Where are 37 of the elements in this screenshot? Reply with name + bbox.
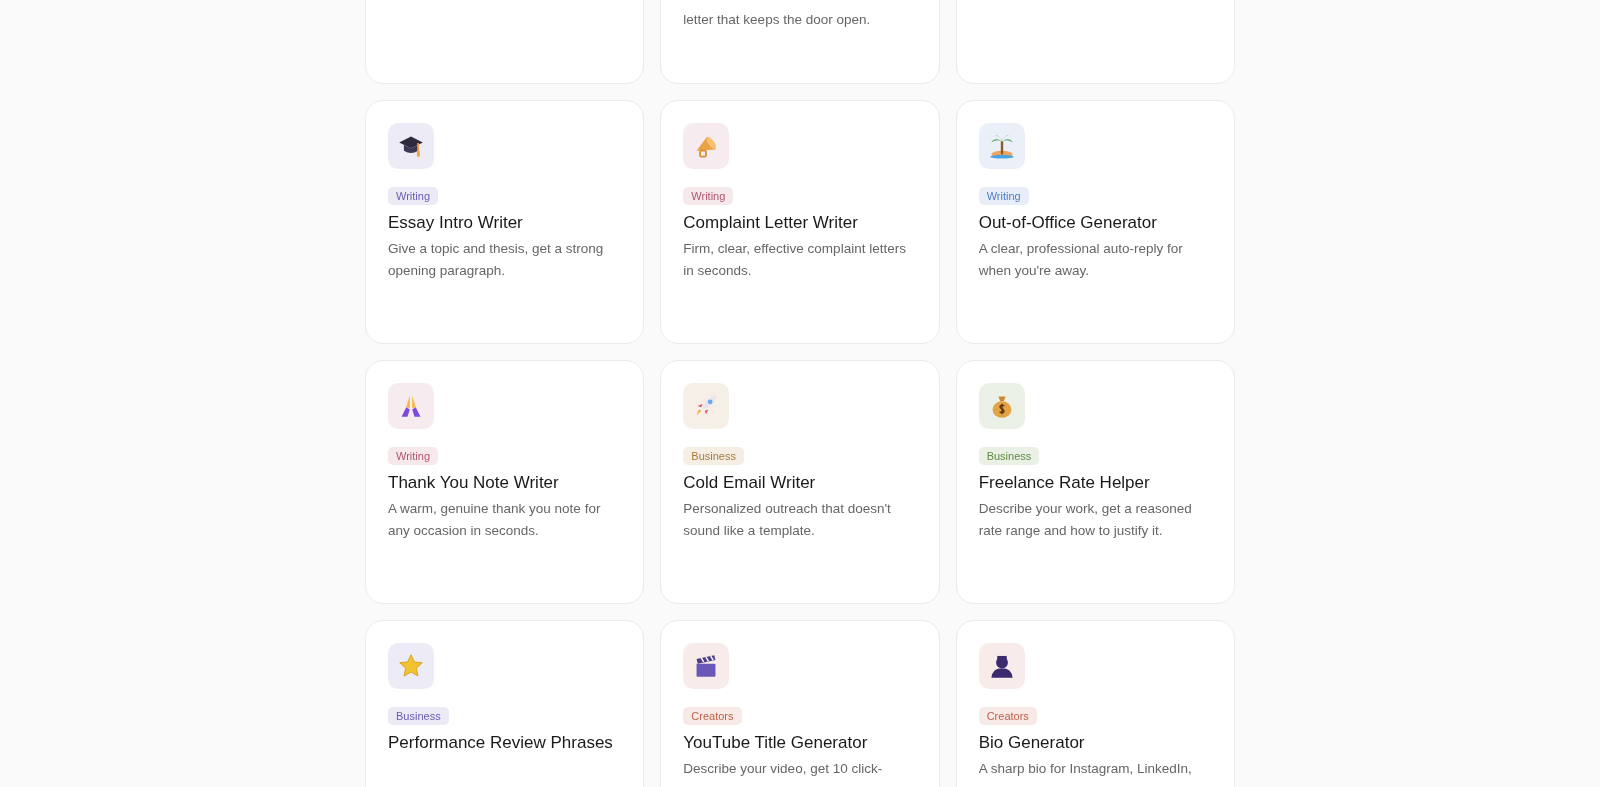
card-description: Personalized outreach that doesn't sound like a template.	[683, 500, 892, 540]
tool-card[interactable]: Business Performance Review Phrases	[365, 620, 645, 787]
card-title: Essay Intro Writer	[388, 212, 523, 234]
card-title: Complaint Letter Writer	[683, 212, 858, 234]
card-title: Cold Email Writer	[683, 472, 816, 494]
card-description: Describe your video, get 10 click-	[683, 760, 883, 778]
tool-card[interactable]: Business Cold Email Writer Personalized outreach that doesn't sound like a template.	[660, 360, 940, 604]
category-tag: Writing	[388, 447, 439, 465]
category-tag: Business	[388, 707, 449, 725]
tool-card[interactable]: Creators Bio Generator A sharp bio for Instagram, LinkedIn,	[955, 620, 1235, 787]
category-tag: Business	[683, 447, 744, 465]
card-description: A clear, professional auto-reply for when you're away.	[978, 240, 1184, 280]
tool-card[interactable]: Writing Complaint Letter Writer Firm, clear, effective complaint letters in seconds.	[660, 100, 940, 344]
category-tag: Creators	[978, 707, 1037, 725]
card-title: Freelance Rate Helper	[978, 472, 1150, 494]
category-tag: Writing	[683, 187, 734, 205]
category-tag: Creators	[683, 707, 742, 725]
tool-card[interactable]: Writing Thank You Note Writer A warm, genuine thank you note for any occasion in seconds.	[365, 360, 645, 604]
card-description: A sharp bio for Instagram, LinkedIn,	[978, 760, 1192, 778]
category-tag: Writing	[978, 187, 1029, 205]
card-description: Give a topic and thesis, get a strong opening paragraph.	[388, 240, 605, 280]
card-description: A warm, genuine thank you note for any occasion in seconds.	[388, 500, 602, 540]
card-description: Describe your work, get a reasoned rate range and how to justify it.	[978, 500, 1193, 540]
category-tag: Writing	[388, 187, 439, 205]
card-title: YouTube Title Generator	[683, 732, 868, 754]
category-tag: Business	[978, 447, 1040, 465]
card-title: Bio Generator	[978, 732, 1085, 754]
card-description: letter that keeps the door open.	[683, 11, 871, 29]
card-title: Thank You Note Writer	[388, 472, 559, 494]
card-title: Out-of-Office Generator	[978, 212, 1157, 234]
tool-card[interactable]: Writing Essay Intro Writer Give a topic and thesis, get a strong opening paragraph.	[365, 100, 645, 344]
tool-card[interactable]: letter that keeps the door open.	[660, 0, 940, 84]
tool-card[interactable]: Writing Out-of-Office Generator A clear, professional auto-reply for when you're away.	[955, 100, 1235, 344]
tool-card[interactable]: Creators YouTube Title Generator Describe your video, get 10 click-	[660, 620, 940, 787]
tool-card[interactable]: Business Freelance Rate Helper Describe your work, get a reasoned rate range and how to justify it.	[955, 360, 1235, 604]
card-title: Performance Review Phrases	[388, 732, 613, 754]
card-description: Firm, clear, effective complaint letters in seconds.	[683, 240, 907, 280]
